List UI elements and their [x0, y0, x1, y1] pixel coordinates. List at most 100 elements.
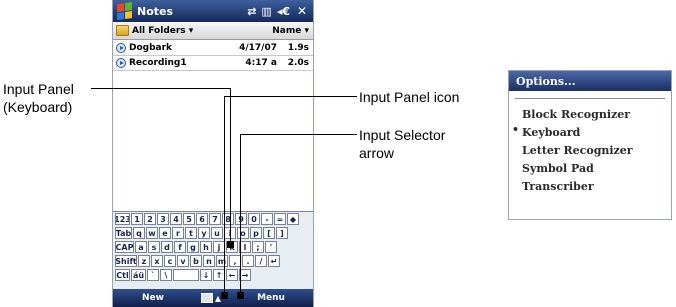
keyboard-key[interactable]: x [151, 255, 163, 267]
close-icon[interactable]: ✕ [295, 4, 309, 18]
status-icons: ⇄ ▥ ◂€ ✕ [247, 4, 309, 18]
callout-input-panel-icon: Input Panel icon [359, 89, 460, 105]
keyboard-key[interactable]: ↓ [200, 269, 212, 281]
connectivity-icon[interactable]: ⇄ [247, 5, 256, 18]
input-panel-keyboard: 1231234567890-=◆Tabqwertyuiop[]CAPasdfgh… [113, 211, 313, 289]
keyboard-key[interactable]: g [187, 241, 199, 253]
menu-item-symbol-pad[interactable]: Symbol Pad [509, 159, 671, 177]
input-options-menu: Options... Block Recognizer • Keyboard L… [508, 70, 672, 220]
keyboard-key[interactable]: y [198, 227, 210, 239]
keyboard-key[interactable]: e [159, 227, 171, 239]
keyboard-key[interactable]: p [250, 227, 262, 239]
keyboard-key[interactable]: b [190, 255, 202, 267]
item-date: 4:17 a [245, 58, 277, 68]
keyboard-key[interactable]: 3 [157, 213, 169, 225]
keyboard-key[interactable]: CAP [115, 241, 134, 253]
keyboard-key[interactable]: 2 [144, 213, 156, 225]
keyboard-key[interactable]: = [274, 213, 286, 225]
callout-input-panel: Input Panel (Keyboard) [3, 81, 74, 115]
list-item[interactable]: Recording1 4:17 a 2.0s [113, 56, 313, 71]
menu-bar: New ▲ Menu [113, 289, 313, 307]
keyboard-key[interactable]: o [237, 227, 249, 239]
keyboard-key[interactable]: w [146, 227, 158, 239]
keyboard-key[interactable]: 1 [131, 213, 143, 225]
windows-start-icon[interactable] [117, 2, 133, 21]
pocketpc-screen: Notes ⇄ ▥ ◂€ ✕ All Folders ▾ Name ▾ Dogb… [112, 0, 314, 307]
keyboard-key[interactable]: áü [131, 269, 146, 281]
folder-dropdown[interactable]: All Folders ▾ [132, 26, 272, 36]
menu-item-transcriber[interactable]: Transcriber [509, 177, 671, 195]
keyboard-key[interactable]: ◆ [287, 213, 299, 225]
keyboard-key[interactable]: f [174, 241, 186, 253]
keyboard-key[interactable]: 7 [209, 213, 221, 225]
leader-line-input-panel-v [230, 88, 231, 244]
selected-bullet: • [512, 123, 520, 136]
leader-dot-arrow [237, 292, 244, 299]
keyboard-key[interactable]: n [203, 255, 215, 267]
list-item[interactable]: Dogbark 4/17/07 1.9s [113, 41, 313, 56]
item-date: 4/17/07 [239, 43, 277, 53]
keyboard-key[interactable]: Tab [115, 227, 132, 239]
leader-line-input-panel-h [91, 88, 231, 89]
leader-line-icon-v [224, 96, 225, 294]
item-size: 1.9s [287, 43, 309, 53]
keyboard-key[interactable]: . [242, 255, 254, 267]
keyboard-key[interactable]: ; [252, 241, 264, 253]
menu-item-letter-recognizer[interactable]: Letter Recognizer [509, 141, 671, 159]
app-title: Notes [137, 4, 174, 18]
keyboard-key[interactable]: r [172, 227, 184, 239]
volume-icon[interactable]: ◂€ [277, 5, 290, 18]
keyboard-key[interactable]: 9 [235, 213, 247, 225]
keyboard-key[interactable]: a [135, 241, 147, 253]
keyboard-row: Shift z x c v b n m,. / ↵ [113, 255, 313, 268]
keyboard-key[interactable]: ] [276, 227, 288, 239]
new-softkey[interactable]: New [113, 293, 193, 303]
menu-divider [515, 98, 665, 99]
keyboard-key[interactable]: q [133, 227, 145, 239]
keyboard-key[interactable]: ← [226, 269, 238, 281]
leader-dot-icon [221, 292, 228, 299]
menu-item-keyboard[interactable]: • Keyboard [509, 123, 671, 141]
leader-dot-input-panel [227, 241, 234, 248]
keyboard-key[interactable]: \ [160, 269, 172, 281]
signal-icon[interactable]: ▥ [261, 5, 271, 18]
keyboard-key[interactable]: 5 [183, 213, 195, 225]
keyboard-key[interactable]: u [211, 227, 223, 239]
keyboard-row: Tabqwertyuiop[] [113, 227, 313, 240]
keyboard-key[interactable]: ↵ [268, 255, 280, 267]
menu-item-block-recognizer[interactable]: Block Recognizer [509, 105, 671, 123]
keyboard-key[interactable]: 123 [115, 213, 130, 225]
keyboard-key[interactable]: z [138, 255, 150, 267]
leader-line-arrow-v [240, 134, 241, 294]
leader-line-icon-h [224, 96, 357, 97]
keyboard-row: Ctl áü ` \ ↓ ↑ ← → [113, 269, 313, 282]
keyboard-key[interactable]: ' [265, 241, 277, 253]
keyboard-icon[interactable] [200, 293, 213, 303]
keyboard-key[interactable]: ` [147, 269, 159, 281]
keyboard-key[interactable]: 0 [248, 213, 260, 225]
keyboard-row: CAPasdfghjkl;' [113, 241, 313, 254]
keyboard-key[interactable]: t [185, 227, 197, 239]
keyboard-row: 1231234567890-=◆ [113, 213, 313, 226]
keyboard-key[interactable]: h [200, 241, 212, 253]
folder-icon [116, 25, 129, 36]
keyboard-key[interactable]: 6 [196, 213, 208, 225]
keyboard-key[interactable]: [ [263, 227, 275, 239]
options-menu-item[interactable]: Options... [509, 71, 671, 91]
keyboard-key[interactable]: v [177, 255, 189, 267]
sort-dropdown[interactable]: Name ▾ [272, 26, 309, 36]
recording-icon [116, 58, 126, 68]
keyboard-key[interactable]: m [216, 255, 228, 267]
leader-line-arrow-h [240, 134, 357, 135]
keyboard-key-space[interactable] [173, 269, 199, 281]
keyboard-key[interactable]: Ctl [115, 269, 130, 281]
keyboard-key[interactable]: 4 [170, 213, 182, 225]
keyboard-key[interactable]: Shift [115, 255, 137, 267]
keyboard-key[interactable]: s [148, 241, 160, 253]
keyboard-key[interactable]: - [261, 213, 273, 225]
keyboard-key[interactable]: d [161, 241, 173, 253]
folder-bar: All Folders ▾ Name ▾ [113, 22, 313, 40]
keyboard-key[interactable]: c [164, 255, 176, 267]
keyboard-key[interactable]: / [255, 255, 267, 267]
recording-icon [116, 43, 126, 53]
